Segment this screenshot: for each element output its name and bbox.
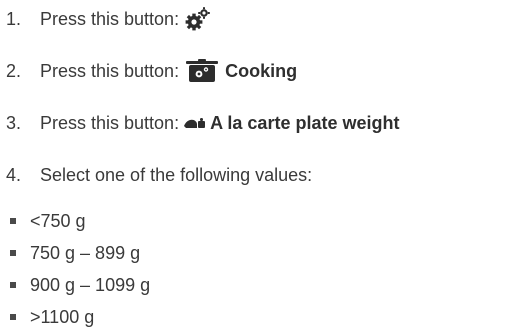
step-text: Press this button:	[40, 112, 180, 133]
value-text: 900 g – 1099 g	[30, 274, 151, 295]
step-number: 3.	[6, 112, 22, 133]
value-text: <750 g	[30, 210, 86, 231]
plate-weight-icon	[184, 116, 206, 130]
plate-weight-label: A la carte plate weight	[210, 112, 400, 133]
settings-gears-icon	[185, 7, 211, 31]
step-1: 1. Press this button:	[0, 4, 211, 34]
list-item: <750 g	[0, 206, 86, 236]
list-item: 900 g – 1099 g	[0, 270, 150, 300]
cooking-pot-icon	[185, 59, 219, 83]
bullet-icon	[10, 314, 16, 320]
step-4: 4. Select one of the following values:	[0, 160, 312, 190]
step-number: 1.	[6, 8, 22, 29]
step-text: Press this button:	[40, 8, 180, 29]
bullet-icon	[10, 282, 16, 288]
step-number: 2.	[6, 60, 22, 81]
cooking-label: Cooking	[225, 60, 298, 81]
value-text: >1100 g	[30, 306, 95, 327]
step-2: 2. Press this button: Cooking	[0, 56, 297, 86]
list-item: >1100 g	[0, 302, 94, 332]
bullet-icon	[10, 218, 16, 224]
step-text: Select one of the following values:	[40, 164, 313, 185]
bullet-icon	[10, 250, 16, 256]
value-text: 750 g – 899 g	[30, 242, 141, 263]
list-item: 750 g – 899 g	[0, 238, 140, 268]
step-3: 3. Press this button: A la carte plate w…	[0, 108, 399, 138]
step-number: 4.	[6, 164, 22, 185]
step-text: Press this button:	[40, 60, 180, 81]
